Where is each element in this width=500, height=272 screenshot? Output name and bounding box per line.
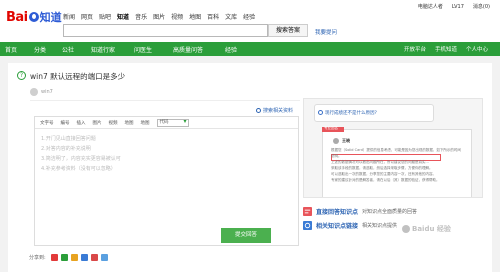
weibo-share-icon[interactable] bbox=[50, 254, 58, 261]
feature-related-links: 相关知识点链接 相关知识点提供 bbox=[303, 221, 397, 230]
main-nav-right-links: 开放平台 手机知道 个人中心 bbox=[404, 45, 488, 53]
toolbar-image[interactable]: 图片 bbox=[93, 120, 102, 126]
editor-tips: 1.开门见山直接回答问题 2.对答内容的补充说明 3.简洁明了，内容充实更容易被… bbox=[41, 134, 121, 174]
promo-image: 现行成绩还不是什么原因? 王晓 根据您（Solid Card）提供的信息考虑，可… bbox=[303, 98, 483, 198]
feature-desc: 相关知识点提供 bbox=[362, 223, 398, 229]
promo-tag-label: 专业回答 bbox=[324, 126, 338, 130]
watermark-text: Baidu 经验 bbox=[412, 225, 451, 233]
question-icon: ? bbox=[17, 71, 26, 80]
promo-answer-head: 王晓 bbox=[333, 138, 350, 144]
main-nav-experts[interactable]: 知道行家 bbox=[91, 45, 115, 54]
nav-link-baike[interactable]: 百科 bbox=[207, 12, 219, 21]
question-dot-icon bbox=[318, 110, 323, 115]
open-platform-link[interactable]: 开放平台 bbox=[404, 45, 426, 53]
question-title: win7 默认远程的端口是多少 bbox=[30, 72, 126, 81]
mobile-zhidao-link[interactable]: 手机知道 bbox=[435, 45, 457, 53]
toolbar-insert[interactable]: 插入 bbox=[77, 120, 86, 126]
promo-question-box: 现行成绩还不是什么原因? bbox=[314, 104, 434, 122]
answer-feature-icon bbox=[303, 207, 312, 216]
asker-name[interactable]: win7 bbox=[41, 89, 53, 95]
promo-answer-card: 王晓 根据您（Solid Card）提供的信息考虑，可能是因为您出现的数据，如下… bbox=[322, 129, 472, 197]
nav-link-news[interactable]: 新闻 bbox=[63, 12, 75, 21]
feature-title: 相关知识点链接 bbox=[316, 223, 359, 230]
feature-desc: 对知识点全面质量的回答 bbox=[362, 209, 418, 215]
promo-line-5: 专家的建议针对的是解答者，请在以后（其）数据的验证，获得帮助。 bbox=[331, 178, 440, 182]
personal-center-link[interactable]: 个人中心 bbox=[466, 45, 488, 53]
nav-link-music[interactable]: 音乐 bbox=[135, 12, 147, 21]
avatar bbox=[333, 138, 339, 144]
search-related-label: 搜索相关资料 bbox=[263, 108, 294, 114]
toolbar-map-2[interactable]: 地图 bbox=[141, 120, 150, 126]
code-language-select[interactable]: 代码 bbox=[156, 118, 189, 127]
toolbar-font-size[interactable]: 文字号 bbox=[40, 120, 54, 126]
tip-line-1: 1.开门见山直接回答问题 bbox=[41, 136, 96, 142]
search-answers-button[interactable]: 搜索答案 bbox=[268, 24, 308, 37]
nav-link-images[interactable]: 图片 bbox=[153, 12, 165, 21]
toolbar-numbering[interactable]: 编号 bbox=[61, 120, 70, 126]
promo-question-text: 现行成绩还不是什么原因? bbox=[325, 111, 377, 116]
renren-share-icon[interactable] bbox=[90, 254, 98, 261]
baidu-jingyan-watermark: Baidu 经验 bbox=[402, 224, 451, 234]
promo-answer-lines: 根据您（Solid Card）提供的信息考虑，可能是因为您出现的数据，如下所示的… bbox=[331, 147, 461, 183]
main-nav-quality-qa[interactable]: 高质量问答 bbox=[173, 45, 203, 54]
feature-title: 直接回答知识点 bbox=[316, 209, 359, 216]
answer-editor[interactable]: 文字号 编号 插入 图片 视频 地图 地图 代码 1.开门见山直接回答问题 2.… bbox=[34, 116, 299, 246]
search-related-link[interactable]: 搜索相关资料 bbox=[256, 107, 293, 114]
username-link[interactable]: 电脑达人者 bbox=[418, 3, 443, 10]
promo-line-1: 根据您（Solid Card）提供的信息考虑，可能是因为您出现的数据，如下所示的… bbox=[331, 148, 461, 158]
avatar[interactable] bbox=[30, 88, 38, 96]
nav-link-web[interactable]: 网页 bbox=[81, 12, 93, 21]
main-nav-experience[interactable]: 经验 bbox=[225, 45, 237, 54]
divider bbox=[30, 100, 300, 101]
search-icon bbox=[256, 108, 261, 113]
share-row: 分享到: bbox=[29, 254, 108, 261]
paw-icon bbox=[28, 12, 39, 22]
promo-answerer: 王晓 bbox=[342, 138, 350, 143]
logo-text-zhidao: 知道 bbox=[39, 11, 62, 24]
toolbar-map[interactable]: 地图 bbox=[125, 120, 134, 126]
tieba-share-icon[interactable] bbox=[100, 254, 108, 261]
main-nav-community[interactable]: 公社 bbox=[62, 45, 74, 54]
top-bar: Bai 知道 新闻 网页 贴吧 知道 音乐 图片 视频 地图 百科 文库 经验 … bbox=[0, 0, 500, 42]
nav-link-jingyan[interactable]: 经验 bbox=[243, 12, 255, 21]
toolbar-video[interactable]: 视频 bbox=[109, 120, 118, 126]
tip-line-4: 4.补充参考资料（没有可以忽略） bbox=[41, 166, 116, 172]
promo-tag: 专业回答 bbox=[322, 126, 344, 132]
paw-icon bbox=[402, 225, 410, 233]
nav-link-wenku[interactable]: 文库 bbox=[225, 12, 237, 21]
main-nav-category[interactable]: 分类 bbox=[34, 45, 46, 54]
baidu-zhidao-logo[interactable]: Bai 知道 bbox=[6, 8, 62, 26]
main-nav-doctor[interactable]: 问医生 bbox=[134, 45, 152, 54]
user-level[interactable]: LV17 bbox=[452, 4, 464, 10]
messages-link[interactable]: 消息(0) bbox=[473, 3, 490, 10]
tip-line-2: 2.对答内容的补充说明 bbox=[41, 146, 91, 152]
editor-toolbar: 文字号 编号 插入 图片 视频 地图 地图 代码 bbox=[35, 117, 298, 129]
nav-link-tieba[interactable]: 贴吧 bbox=[99, 12, 111, 21]
nav-link-video[interactable]: 视频 bbox=[171, 12, 183, 21]
asker-row: win7 bbox=[30, 88, 53, 96]
tip-line-3: 3.简洁明了，内容充实更容易被认可 bbox=[41, 156, 121, 162]
ask-question-link[interactable]: 我要提问 bbox=[315, 28, 337, 36]
logo-text-bai: Bai bbox=[6, 9, 28, 25]
share-label: 分享到: bbox=[29, 255, 46, 261]
qzone-share-icon[interactable] bbox=[70, 254, 78, 261]
search-input[interactable] bbox=[63, 24, 268, 37]
user-bar: 电脑达人者 LV17 消息(0) bbox=[418, 3, 490, 11]
submit-answer-button[interactable]: 提交回答 bbox=[221, 228, 271, 243]
qq-share-icon[interactable] bbox=[80, 254, 88, 261]
nav-link-zhidao[interactable]: 知道 bbox=[117, 12, 129, 21]
wechat-share-icon[interactable] bbox=[60, 254, 68, 261]
top-nav-links: 新闻 网页 贴吧 知道 音乐 图片 视频 地图 百科 文库 经验 bbox=[63, 12, 255, 21]
feature-direct-answer: 直接回答知识点 对知识点全面质量的回答 bbox=[303, 207, 417, 216]
link-feature-icon bbox=[303, 221, 312, 230]
nav-link-map[interactable]: 地图 bbox=[189, 12, 201, 21]
main-nav-bar: 首页 分类 公社 知道行家 问医生 高质量问答 经验 开放平台 手机知道 个人中… bbox=[0, 42, 500, 56]
main-nav-home[interactable]: 首页 bbox=[5, 45, 17, 54]
